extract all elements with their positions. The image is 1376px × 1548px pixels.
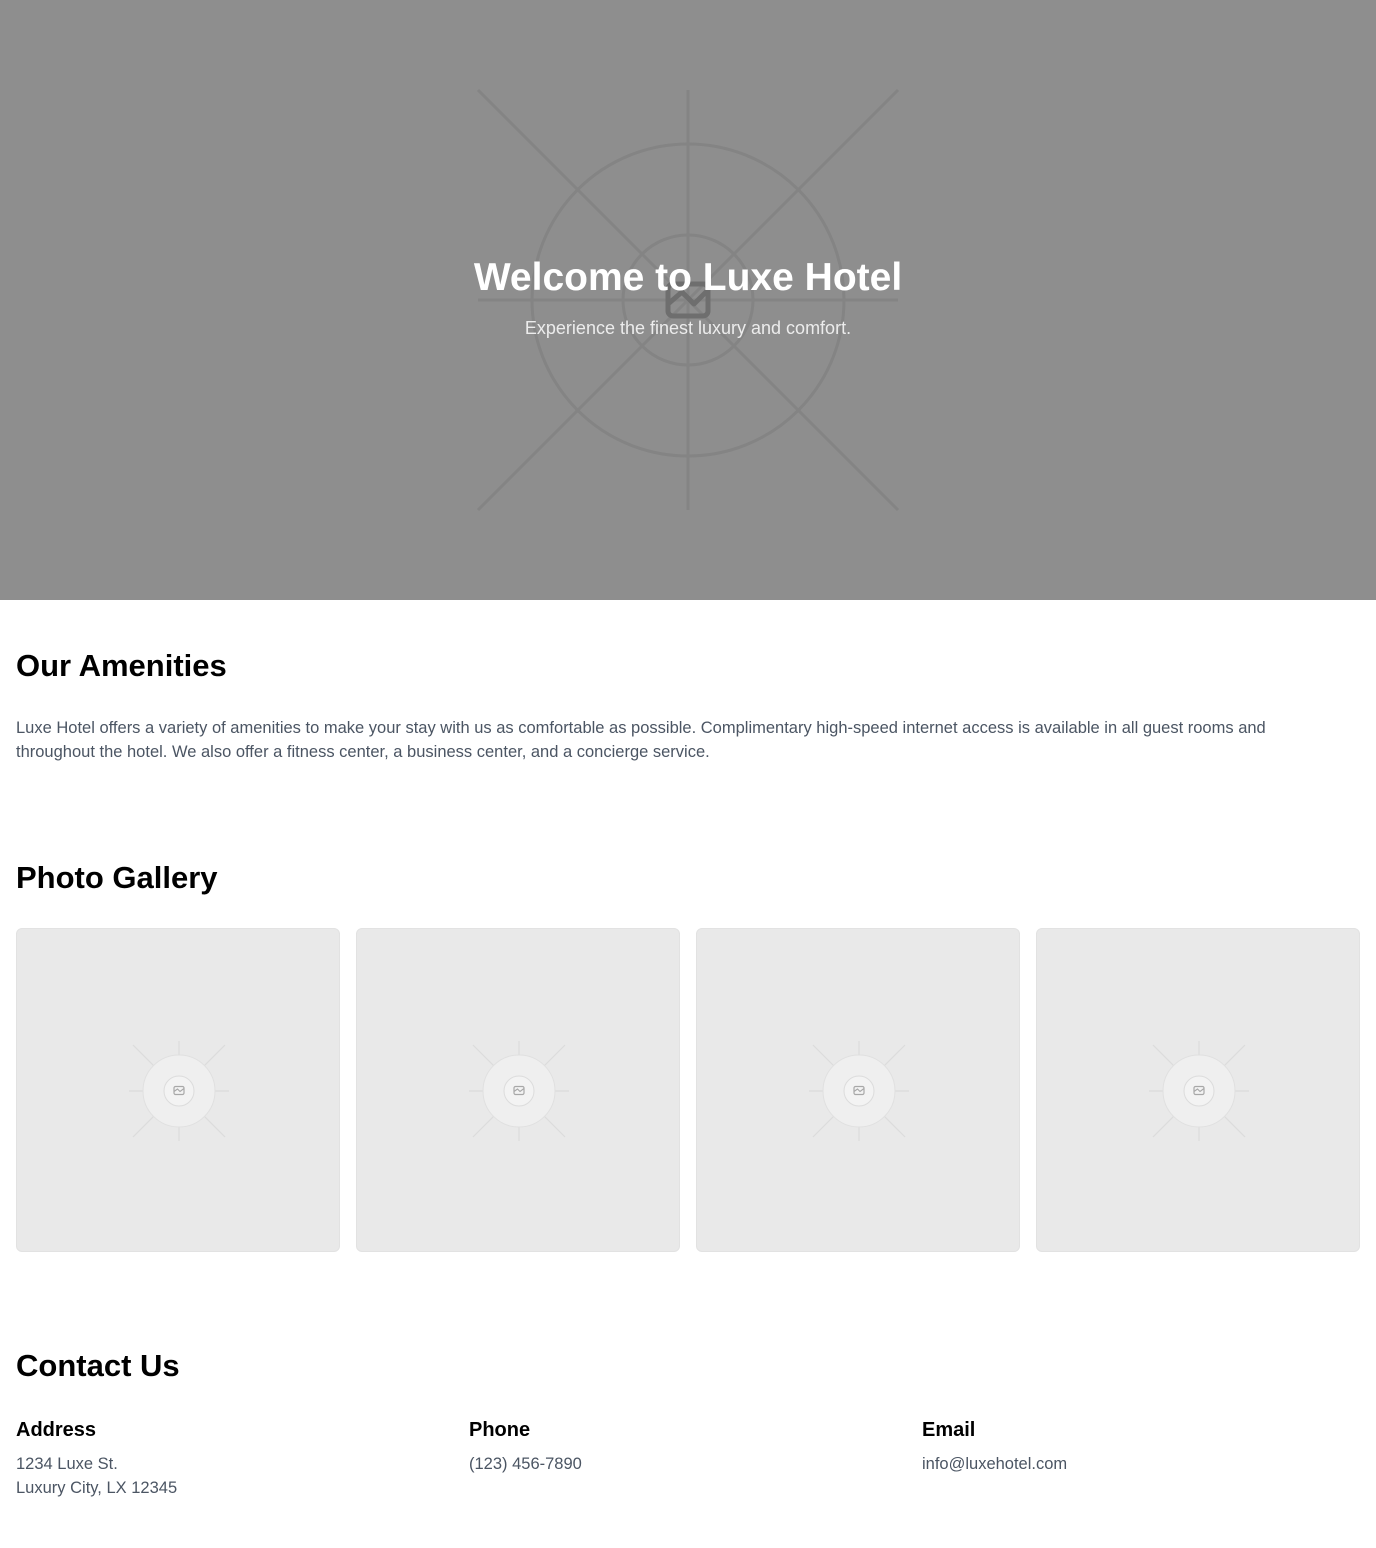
contact-email: Email info@luxehotel.com bbox=[922, 1416, 1362, 1476]
contact-phone: Phone (123) 456-7890 bbox=[469, 1416, 909, 1476]
image-placeholder-icon bbox=[469, 1041, 569, 1141]
gallery-photo-2[interactable] bbox=[356, 928, 680, 1252]
hero-title: Welcome to Luxe Hotel bbox=[473, 256, 903, 299]
email-address[interactable]: info@luxehotel.com bbox=[922, 1452, 1362, 1476]
gallery-photo-4[interactable] bbox=[1036, 928, 1360, 1252]
email-label: Email bbox=[922, 1419, 976, 1441]
image-placeholder-icon bbox=[129, 1041, 229, 1141]
amenities-description: Luxe Hotel offers a variety of amenities… bbox=[16, 719, 1266, 761]
address-label: Address bbox=[16, 1419, 97, 1441]
address-line-2: Luxury City, LX 12345 bbox=[16, 1479, 178, 1497]
gallery-heading: Photo Gallery bbox=[16, 860, 218, 895]
image-placeholder-icon bbox=[1149, 1041, 1249, 1141]
contact-address: Address 1234 Luxe St. Luxury City, LX 12… bbox=[16, 1416, 456, 1500]
hero-subtitle: Experience the finest luxury and comfort… bbox=[524, 318, 852, 338]
hero-banner: Welcome to Luxe Hotel Experience the fin… bbox=[0, 0, 1376, 600]
phone-number[interactable]: (123) 456-7890 bbox=[469, 1452, 909, 1476]
gallery-photo-3[interactable] bbox=[696, 928, 1020, 1252]
contact-heading: Contact Us bbox=[16, 1348, 180, 1383]
address-line-1: 1234 Luxe St. bbox=[16, 1455, 118, 1473]
amenities-heading: Our Amenities bbox=[16, 648, 227, 683]
photo-gallery-grid bbox=[16, 928, 1360, 1252]
gallery-photo-1[interactable] bbox=[16, 928, 340, 1252]
phone-label: Phone bbox=[469, 1419, 531, 1441]
image-placeholder-icon bbox=[809, 1041, 909, 1141]
